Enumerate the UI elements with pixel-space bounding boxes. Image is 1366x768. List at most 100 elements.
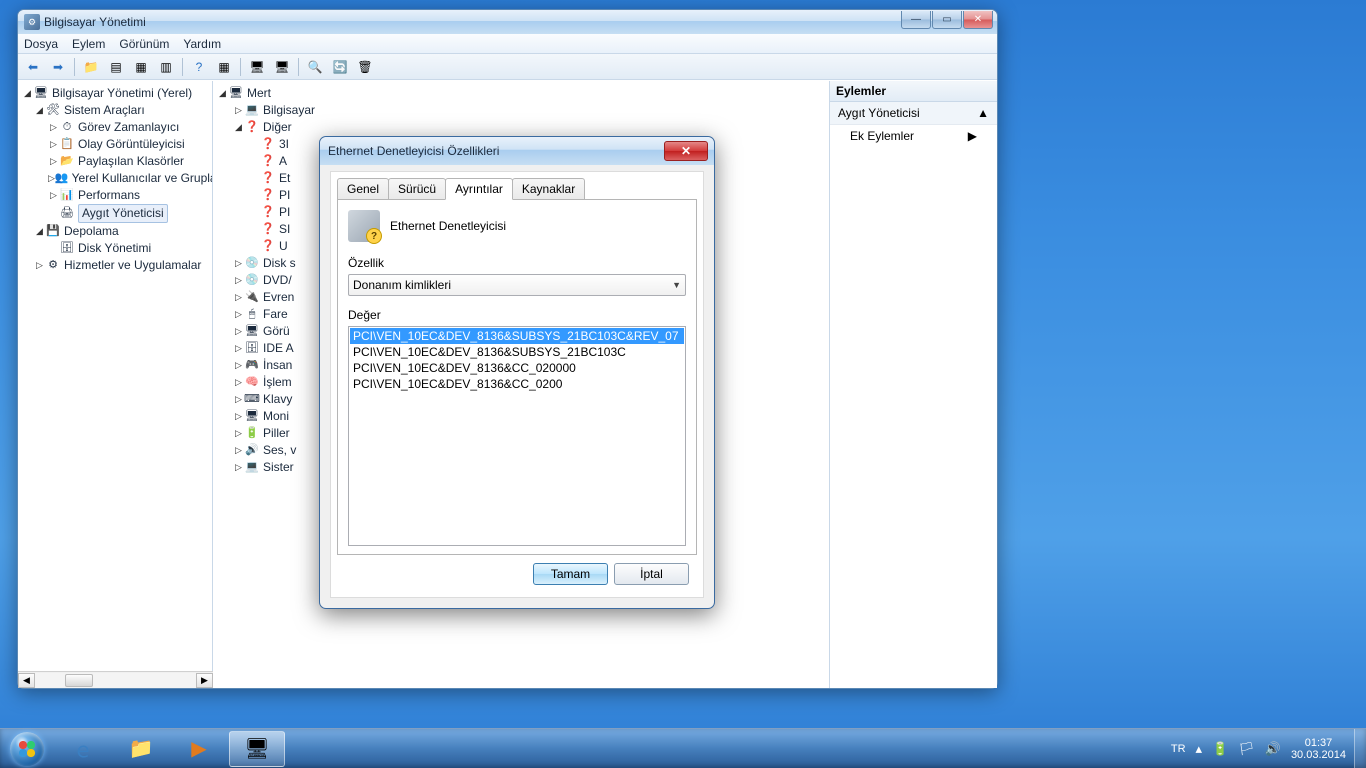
dialog-titlebar[interactable]: Ethernet Denetleyicisi Özellikleri ✕	[320, 137, 714, 165]
tray-volume-icon[interactable]: 🔊	[1265, 741, 1281, 757]
expand-icon[interactable]: ▷	[233, 306, 244, 323]
cancel-button[interactable]: İptal	[614, 563, 689, 585]
expand-icon[interactable]: ▷	[233, 425, 244, 442]
expand-icon[interactable]: ▷	[233, 272, 244, 289]
dev-item[interactable]: IDE A	[263, 340, 294, 357]
dev-computer[interactable]: Bilgisayar	[263, 102, 315, 119]
dev-item[interactable]: Klavy	[263, 391, 292, 408]
tb-grid-icon[interactable]: ▦	[213, 57, 235, 77]
expand-icon[interactable]: ◢	[217, 85, 228, 102]
dev-root[interactable]: Mert	[247, 85, 271, 102]
expand-icon[interactable]: ▷	[233, 459, 244, 476]
nav-localusers[interactable]: Yerel Kullanıcılar ve Gruplar	[72, 170, 213, 187]
tray-lang[interactable]: TR	[1171, 743, 1186, 755]
tray-clock[interactable]: 01:37 30.03.2014	[1291, 737, 1346, 761]
dev-item[interactable]: Ses, v	[263, 442, 296, 459]
expand-icon[interactable]: ◢	[34, 102, 45, 119]
expand-icon[interactable]: ▷	[233, 374, 244, 391]
dev-item[interactable]: Moni	[263, 408, 289, 425]
tb-list-icon[interactable]: ▤	[105, 57, 127, 77]
close-button[interactable]: ✕	[963, 11, 993, 29]
nav-root[interactable]: Bilgisayar Yönetimi (Yerel)	[52, 85, 192, 102]
taskbar-explorer[interactable]: 📁	[113, 731, 169, 767]
nav-tools[interactable]: Sistem Araçları	[64, 102, 145, 119]
forward-button[interactable]: ➡	[47, 57, 69, 77]
dev-item[interactable]: Sister	[263, 459, 294, 476]
tb-help-icon[interactable]: ?	[188, 57, 210, 77]
tb-refresh-icon[interactable]: 🔄	[329, 57, 351, 77]
dev-item[interactable]: PI	[279, 187, 290, 204]
expand-icon[interactable]: ▷	[34, 257, 45, 274]
show-desktop-button[interactable]	[1354, 729, 1366, 768]
nav-services[interactable]: Hizmetler ve Uygulamalar	[64, 257, 201, 274]
actions-more[interactable]: Ek Eylemler ▶	[830, 125, 997, 147]
dev-other[interactable]: Diğer	[263, 119, 292, 136]
dev-item[interactable]: İşlem	[263, 374, 292, 391]
nav-scheduler[interactable]: Görev Zamanlayıcı	[78, 119, 179, 136]
tray-chevron-up-icon[interactable]: ▴	[1196, 741, 1203, 757]
property-combo[interactable]: Donanım kimlikleri ▼	[348, 274, 686, 296]
expand-icon[interactable]: ◢	[233, 119, 244, 136]
collapse-icon[interactable]: ▲	[977, 106, 989, 120]
tray-battery-icon[interactable]: 🔋	[1212, 741, 1228, 757]
maximize-button[interactable]: ▭	[932, 11, 962, 29]
tray-action-center-icon[interactable]: 🏳	[1238, 741, 1255, 757]
tab-details[interactable]: Ayrıntılar	[445, 178, 513, 200]
tab-resources[interactable]: Kaynaklar	[512, 178, 585, 200]
scroll-thumb[interactable]	[65, 674, 93, 687]
tb-scan-icon[interactable]: 🔍	[304, 57, 326, 77]
scroll-right[interactable]: ▶	[196, 673, 213, 688]
dev-item[interactable]: Disk s	[263, 255, 296, 272]
taskbar[interactable]: ｅ 📁 ▶ 🖥 TR ▴ 🔋 🏳 🔊 01:37 30.03.2014	[0, 728, 1366, 768]
start-button[interactable]	[0, 729, 54, 768]
menu-view[interactable]: Görünüm	[119, 37, 169, 51]
dev-item[interactable]: Görü	[263, 323, 290, 340]
ok-button[interactable]: Tamam	[533, 563, 608, 585]
expand-icon[interactable]: ▷	[48, 153, 59, 170]
expand-icon[interactable]: ▷	[48, 187, 59, 204]
dev-item[interactable]: İnsan	[263, 357, 292, 374]
expand-icon[interactable]: ▷	[233, 408, 244, 425]
nav-diskmgmt[interactable]: Disk Yönetimi	[78, 240, 151, 257]
expand-icon[interactable]: ▷	[233, 357, 244, 374]
tb-props-icon[interactable]: ▦	[130, 57, 152, 77]
nav-eventviewer[interactable]: Olay Görüntüleyicisi	[78, 136, 185, 153]
mgmt-titlebar[interactable]: ⚙ Bilgisayar Yönetimi — ▭ ✕	[18, 10, 997, 34]
tb-remove-icon[interactable]: 🗑	[354, 57, 376, 77]
taskbar-ie[interactable]: ｅ	[55, 731, 111, 767]
nav-storage[interactable]: Depolama	[64, 223, 119, 240]
tb-device-icon[interactable]: 🖥	[271, 57, 293, 77]
list-item[interactable]: PCI\VEN_10EC&DEV_8136&CC_020000	[350, 360, 684, 376]
dev-item[interactable]: 3I	[279, 136, 289, 153]
tb-monitor-icon[interactable]: 🖥	[246, 57, 268, 77]
dev-item[interactable]: Evren	[263, 289, 294, 306]
expand-icon[interactable]: ▷	[233, 391, 244, 408]
tab-driver[interactable]: Sürücü	[388, 178, 446, 200]
menu-file[interactable]: Dosya	[24, 37, 58, 51]
expand-icon[interactable]: ◢	[34, 223, 45, 240]
minimize-button[interactable]: —	[901, 11, 931, 29]
scroll-left[interactable]: ◀	[18, 673, 35, 688]
scroll-track[interactable]	[35, 673, 196, 688]
taskbar-compmgmt[interactable]: 🖥	[229, 731, 285, 767]
list-item[interactable]: PCI\VEN_10EC&DEV_8136&CC_0200	[350, 376, 684, 392]
dev-item[interactable]: DVD/	[263, 272, 292, 289]
dev-item[interactable]: A	[279, 153, 287, 170]
dev-item[interactable]: U	[279, 238, 288, 255]
nav-hscrollbar[interactable]: ◀ ▶	[18, 671, 213, 688]
expand-icon[interactable]: ▷	[233, 255, 244, 272]
list-item[interactable]: PCI\VEN_10EC&DEV_8136&SUBSYS_21BC103C&RE…	[350, 328, 684, 344]
tb-export-icon[interactable]: ▥	[155, 57, 177, 77]
hardware-ids-listbox[interactable]: PCI\VEN_10EC&DEV_8136&SUBSYS_21BC103C&RE…	[348, 326, 686, 546]
tab-general[interactable]: Genel	[337, 178, 389, 200]
expand-icon[interactable]: ▷	[233, 102, 244, 119]
expand-icon[interactable]: ▷	[48, 170, 55, 187]
dialog-close-button[interactable]: ✕	[664, 141, 708, 161]
dev-item[interactable]: Et	[279, 170, 290, 187]
dev-item[interactable]: Fare	[263, 306, 288, 323]
dev-item[interactable]: Piller	[263, 425, 290, 442]
menu-help[interactable]: Yardım	[183, 37, 221, 51]
back-button[interactable]: ⬅	[22, 57, 44, 77]
expand-icon[interactable]: ▷	[233, 289, 244, 306]
expand-icon[interactable]: ◢	[22, 85, 33, 102]
